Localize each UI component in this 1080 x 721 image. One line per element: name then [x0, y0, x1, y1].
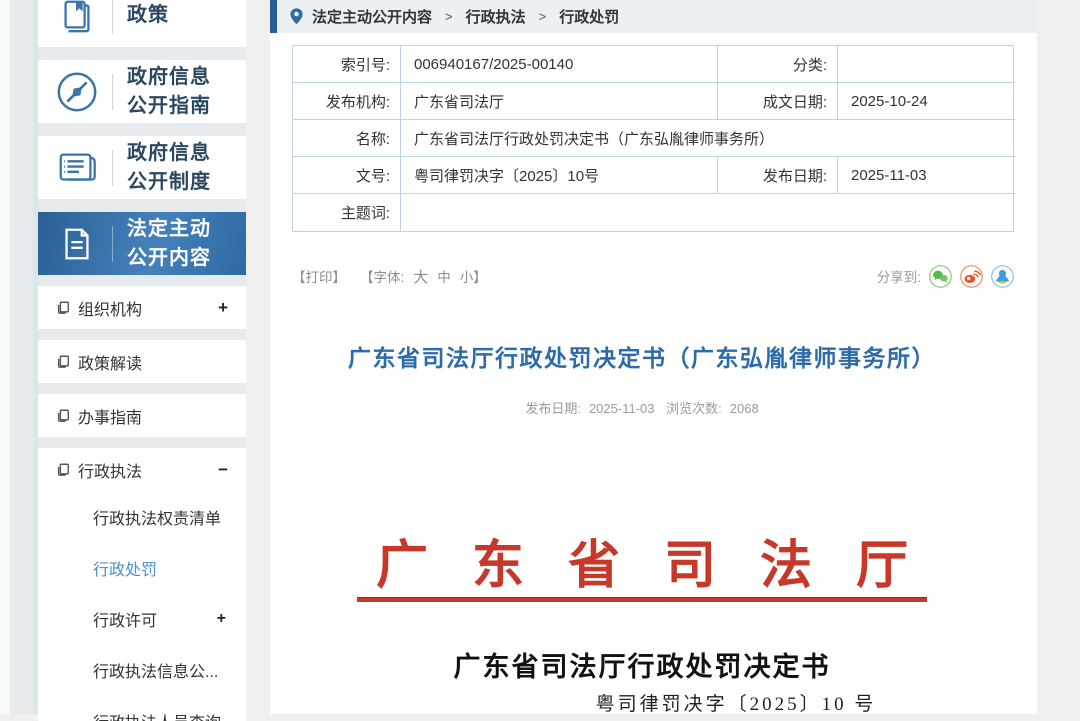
index-label: 索引号:	[293, 46, 401, 83]
pages-icon	[56, 300, 70, 315]
font-small-button[interactable]: 小】	[460, 266, 487, 286]
index-value: 006940167/2025-00140	[401, 46, 718, 83]
sidebar-item-gov-info-guide[interactable]: 政府信息 公开指南	[38, 60, 246, 123]
notebook-icon	[48, 147, 106, 189]
breadcrumb: 法定主动公开内容 > 行政执法 > 行政处罚	[270, 0, 1037, 33]
expand-plus-icon[interactable]: +	[218, 298, 228, 318]
font-large-button[interactable]: 大	[413, 266, 428, 287]
agency-label: 发布机构:	[293, 83, 401, 120]
publish-date: 2025-11-03	[589, 401, 655, 416]
font-size-controls: 【字体: 大 中 小】	[360, 266, 487, 287]
document-info-table: 索引号: 006940167/2025-00140 分类: 发布机构: 广东省司…	[292, 45, 1014, 232]
expand-plus-icon[interactable]: +	[217, 610, 226, 628]
menu-item-label: 办事指南	[78, 404, 142, 428]
share-label: 分享到:	[877, 266, 921, 286]
breadcrumb-separator: >	[445, 9, 453, 24]
font-medium-button[interactable]: 中	[437, 266, 451, 286]
book-bookmark-icon	[48, 0, 106, 35]
written-date-value: 2025-10-24	[838, 83, 1015, 120]
sidebar-item-personnel-query[interactable]: 行政执法人员查询	[38, 695, 246, 721]
publish-date-label: 发布日期:	[718, 157, 838, 194]
menu-item-label: 行政执法	[78, 458, 142, 482]
keywords-value	[401, 194, 1015, 231]
letterhead-red-divider	[357, 597, 927, 602]
wechat-share-icon[interactable]	[929, 265, 952, 288]
doc-no-value: 粤司律罚决字〔2025〕10号	[401, 157, 718, 194]
article-meta: 发布日期: 2025-11-03 浏览次数: 2068	[270, 398, 1014, 417]
article-title: 广东省司法厅行政处罚决定书（广东弘胤律师事务所）	[270, 339, 1014, 373]
agency-value: 广东省司法厅	[401, 83, 718, 120]
category-label: 分类:	[718, 46, 838, 83]
divider	[112, 150, 113, 186]
pages-icon	[56, 462, 70, 477]
name-label: 名称:	[293, 120, 401, 157]
divider	[112, 226, 113, 262]
document-number: 粤司律罚决字〔2025〕10 号	[270, 689, 1014, 716]
font-size-prefix: 【字体:	[360, 266, 404, 286]
page-left-gutter	[0, 0, 10, 714]
views-label: 浏览次数:	[666, 401, 722, 416]
sidebar-item-label: 法定主动 公开内容	[127, 215, 211, 273]
sidebar: 政策 政府信息 公开指南	[10, 0, 246, 714]
sidebar-item-label: 政府信息 公开制度	[127, 139, 211, 197]
qq-share-icon[interactable]	[991, 265, 1014, 288]
doc-no-label: 文号:	[293, 157, 401, 194]
location-pin-icon	[290, 8, 303, 25]
breadcrumb-item[interactable]: 行政处罚	[559, 6, 619, 27]
article-toolbar: 【打印】 【字体: 大 中 小】 分享到:	[292, 260, 1014, 292]
divider	[112, 74, 113, 110]
publish-date-label: 发布日期:	[525, 401, 581, 416]
sidebar-item-law-enforcement[interactable]: 行政执法 −	[38, 448, 246, 491]
sidebar-item-service-guide[interactable]: 办事指南	[38, 394, 246, 437]
document-title: 广东省司法厅行政处罚决定书	[270, 645, 1014, 684]
sidebar-item-organization[interactable]: 组织机构 +	[38, 286, 246, 329]
sidebar-item-label: 政府信息 公开指南	[127, 63, 211, 121]
menu-item-label: 政策解读	[78, 350, 142, 374]
collapse-minus-icon[interactable]: −	[218, 460, 228, 480]
sidebar-item-admin-license[interactable]: 行政许可 +	[38, 593, 246, 644]
main-content: 法定主动公开内容 > 行政执法 > 行政处罚 索引号: 006940167/20…	[270, 0, 1037, 714]
divider	[112, 0, 113, 34]
breadcrumb-item[interactable]: 法定主动公开内容	[312, 6, 432, 27]
sidebar-item-duty-list[interactable]: 行政执法权责清单	[38, 491, 246, 542]
breadcrumb-separator: >	[539, 9, 547, 24]
document-letterhead: 广东省司法厅	[270, 523, 1014, 598]
compass-icon	[48, 69, 106, 115]
sidebar-item-label: 政策	[127, 1, 169, 30]
pages-icon	[56, 408, 70, 423]
views-count: 2068	[730, 401, 759, 416]
sidebar-item-legal-disclosure[interactable]: 法定主动 公开内容	[38, 212, 246, 275]
print-button[interactable]: 【打印】	[292, 266, 346, 286]
category-value	[838, 46, 1015, 83]
sidebar-item-enforcement-info[interactable]: 行政执法信息公...	[38, 644, 246, 695]
publish-date-value: 2025-11-03	[838, 157, 1015, 194]
sidebar-item-policy-interpretation[interactable]: 政策解读	[38, 340, 246, 383]
sidebar-cards: 政策 政府信息 公开指南	[38, 0, 246, 721]
name-value: 广东省司法厅行政处罚决定书（广东弘胤律师事务所）	[401, 120, 1015, 157]
written-date-label: 成文日期:	[718, 83, 838, 120]
document-icon	[48, 225, 106, 263]
menu-item-label: 组织机构	[78, 296, 142, 320]
pages-icon	[56, 354, 70, 369]
sidebar-item-gov-info-system[interactable]: 政府信息 公开制度	[38, 136, 246, 199]
weibo-share-icon[interactable]	[960, 265, 983, 288]
sidebar-item-admin-penalty[interactable]: 行政处罚	[38, 542, 246, 593]
keywords-label: 主题词:	[293, 194, 401, 231]
sidebar-item-policy[interactable]: 政策	[38, 0, 246, 47]
breadcrumb-item[interactable]: 行政执法	[466, 6, 526, 27]
sidebar-group-law-enforcement: 行政执法 − 行政执法权责清单 行政处罚 行政许可 + 行政执法信息公... 行…	[38, 448, 246, 721]
